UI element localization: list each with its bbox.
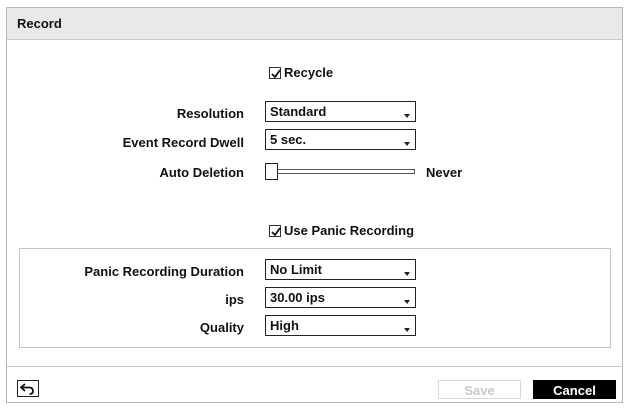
undo-arrow-icon xyxy=(19,383,34,395)
title-bar: Record xyxy=(7,8,622,40)
auto-deletion-slider[interactable] xyxy=(265,163,417,181)
dropdown-arrow-icon xyxy=(404,300,410,304)
panic-check-icon[interactable] xyxy=(269,224,281,237)
quality-value: High xyxy=(270,318,299,333)
dropdown-arrow-icon xyxy=(404,272,410,276)
save-button[interactable]: Save xyxy=(438,380,521,399)
cancel-button[interactable]: Cancel xyxy=(533,380,616,399)
event-record-dwell-label: Event Record Dwell xyxy=(122,135,244,150)
dropdown-arrow-icon xyxy=(404,328,410,332)
slider-track[interactable] xyxy=(265,169,415,174)
back-button[interactable] xyxy=(17,380,39,397)
recycle-label: Recycle xyxy=(284,65,334,80)
resolution-select[interactable]: Standard xyxy=(265,101,416,122)
event-record-dwell-select[interactable]: 5 sec. xyxy=(265,129,416,150)
auto-deletion-label: Auto Deletion xyxy=(159,165,245,180)
recycle-checkbox[interactable]: Recycle xyxy=(269,65,333,80)
panic-duration-label: Panic Recording Duration xyxy=(84,264,244,279)
panic-duration-select[interactable]: No Limit xyxy=(265,259,416,280)
resolution-value: Standard xyxy=(270,104,327,119)
ips-value: 30.00 ips xyxy=(270,290,325,305)
dialog-title: Record xyxy=(17,16,62,31)
footer-divider xyxy=(7,366,622,367)
dropdown-arrow-icon xyxy=(404,142,410,146)
dropdown-arrow-icon xyxy=(404,114,410,118)
use-panic-recording-checkbox[interactable]: Use Panic Recording xyxy=(269,223,414,238)
ips-label: ips xyxy=(225,292,244,307)
slider-thumb[interactable] xyxy=(265,163,278,180)
recycle-check-icon[interactable] xyxy=(269,66,281,79)
use-panic-recording-label: Use Panic Recording xyxy=(284,223,415,238)
ips-select[interactable]: 30.00 ips xyxy=(265,287,416,308)
quality-select[interactable]: High xyxy=(265,315,416,336)
quality-label: Quality xyxy=(199,320,244,335)
resolution-label: Resolution xyxy=(176,106,244,121)
record-dialog: Record Recycle Resolution Standard Event… xyxy=(6,7,623,403)
event-record-dwell-value: 5 sec. xyxy=(270,132,307,147)
panic-duration-value: No Limit xyxy=(270,262,322,277)
auto-deletion-value: Never xyxy=(426,165,463,180)
